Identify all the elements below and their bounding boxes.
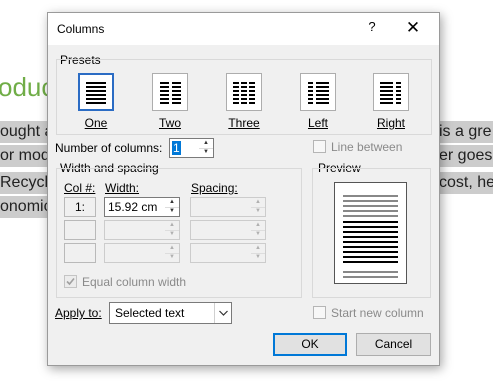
col-number-header: Col #: — [64, 181, 96, 195]
col-number-cell — [64, 243, 96, 263]
close-button[interactable]: ✕ — [404, 18, 422, 38]
column-width-input: ▲ ▼ — [104, 220, 180, 240]
spin-down-icon: ▼ — [255, 231, 261, 237]
column-spacing-input: ▲ ▼ — [190, 197, 266, 217]
chevron-down-icon — [219, 310, 228, 316]
preset-left-button[interactable] — [300, 73, 336, 111]
dialog-title: Columns — [57, 22, 105, 36]
col-number-cell: 1: — [64, 197, 96, 217]
column-width-value: 15.92 cm — [108, 200, 158, 214]
column-width-input[interactable]: 15.92 cm ▲ ▼ — [104, 197, 180, 217]
right-column-icon — [380, 82, 401, 104]
preset-three-button[interactable] — [226, 73, 262, 111]
columns-dialog: Columns ? ✕ Presets One Two Three Left R… — [47, 12, 440, 366]
number-of-columns-value: 1 — [172, 141, 181, 155]
spin-down-icon: ▼ — [255, 208, 261, 214]
spin-down-icon: ▼ — [255, 254, 261, 260]
document-line: onomic — [0, 196, 48, 218]
document-line: er goes — [439, 145, 493, 167]
document-line: is a gre — [439, 121, 493, 143]
column-spacing-spinner: ▲ ▼ — [251, 244, 265, 262]
preset-two-button[interactable] — [152, 73, 188, 111]
column-width-spinner: ▲ ▼ — [165, 221, 179, 239]
spacing-header: Spacing: — [191, 181, 238, 195]
spin-down-icon[interactable]: ▼ — [165, 207, 179, 216]
line-between-checkbox[interactable] — [313, 140, 326, 153]
spin-down-icon: ▼ — [169, 254, 175, 260]
equal-column-width-checkbox — [64, 275, 77, 288]
preview-page — [334, 182, 407, 284]
help-button[interactable]: ? — [366, 19, 378, 37]
column-width-spinner[interactable]: ▲ ▼ — [165, 198, 179, 216]
left-column-icon — [308, 82, 329, 104]
number-of-columns-spinner[interactable]: ▲ ▼ — [199, 139, 213, 157]
preset-right-button[interactable] — [373, 73, 409, 111]
document-line: Recycl — [0, 172, 48, 194]
spin-down-icon[interactable]: ▼ — [199, 148, 213, 157]
document-line: ought a — [0, 121, 48, 143]
close-icon: ✕ — [405, 18, 421, 37]
preset-two-label: Two — [158, 116, 181, 130]
document-line: cost, he — [439, 172, 493, 194]
one-column-icon — [86, 82, 106, 104]
apply-to-label: Apply to: — [55, 306, 102, 320]
preview-lines — [343, 195, 398, 278]
column-spacing-spinner: ▲ ▼ — [251, 198, 265, 216]
preset-right-label: Right — [376, 116, 405, 130]
number-of-columns-input[interactable]: 1 ▲ ▼ — [169, 138, 214, 158]
spin-down-icon: ▼ — [169, 231, 175, 237]
column-spacing-spinner: ▲ ▼ — [251, 221, 265, 239]
column-spacing-input: ▲ ▼ — [190, 243, 266, 263]
three-columns-icon — [233, 82, 255, 104]
preset-one-label: One — [84, 116, 108, 130]
ok-button[interactable]: OK — [273, 333, 347, 356]
column-spacing-input: ▲ ▼ — [190, 220, 266, 240]
apply-to-select[interactable]: Selected text — [109, 302, 232, 324]
apply-to-dropdown-button[interactable] — [214, 303, 232, 323]
title-bar[interactable]: Columns ? ✕ — [48, 13, 439, 45]
preset-one-button[interactable] — [78, 73, 114, 111]
preset-left-label: Left — [307, 116, 328, 130]
preset-three-label: Three — [228, 116, 260, 130]
line-between-label: Line between — [331, 140, 403, 154]
document-line: or mod — [0, 145, 48, 167]
checkmark-icon — [66, 277, 75, 286]
column-width-input: ▲ ▼ — [104, 243, 180, 263]
column-width-spinner: ▲ ▼ — [165, 244, 179, 262]
cancel-button[interactable]: Cancel — [356, 333, 431, 356]
two-columns-icon — [160, 82, 181, 104]
col-number-cell — [64, 220, 96, 240]
start-new-column-checkbox[interactable] — [313, 306, 326, 319]
width-header: Width: — [105, 181, 140, 195]
start-new-column-label: Start new column — [331, 306, 424, 320]
number-of-columns-label: Number of columns: — [55, 141, 163, 155]
equal-column-width-label: Equal column width — [82, 275, 187, 289]
apply-to-value: Selected text — [115, 306, 185, 320]
